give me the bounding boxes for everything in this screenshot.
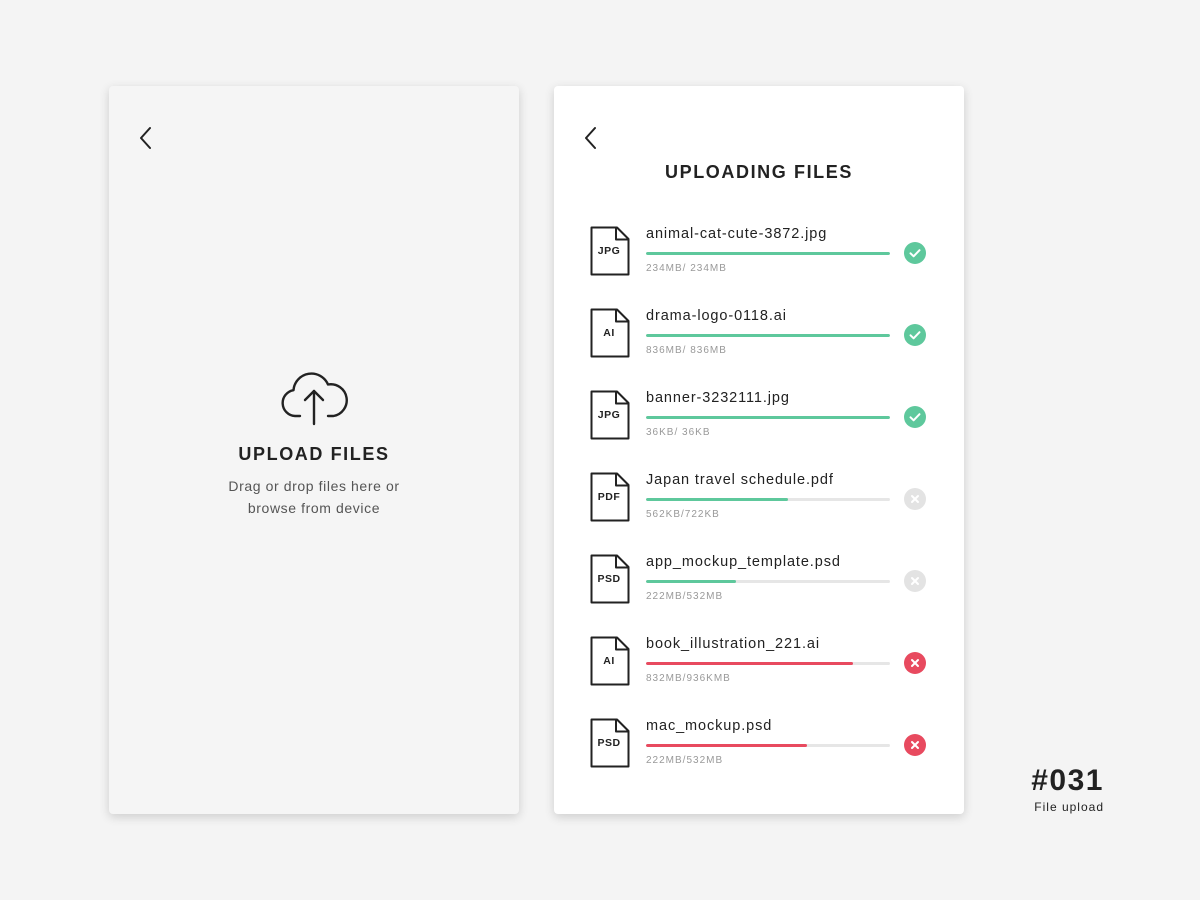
upload-progress-bar — [646, 498, 890, 501]
shot-badge: #031 File upload — [1031, 764, 1104, 814]
back-chevron-left-icon[interactable] — [580, 124, 604, 152]
error-close-icon[interactable] — [904, 734, 926, 756]
badge-number: #031 — [1031, 764, 1104, 797]
upload-screen: UPLOAD FILES Drag or drop files here or … — [109, 86, 519, 814]
file-list-item[interactable]: JPG banner-3232111.jpg 36KB/ 36KB — [590, 390, 930, 472]
file-type-label: PSD — [597, 573, 621, 585]
check-circle-icon — [904, 242, 926, 264]
check-circle-icon — [904, 406, 926, 428]
upload-progress-fill — [646, 580, 737, 583]
file-type-label: AI — [603, 655, 615, 667]
file-name: Japan travel schedule.pdf — [646, 472, 834, 488]
file-document-icon: PDF — [590, 472, 630, 522]
file-document-icon: PSD — [590, 718, 630, 768]
file-list-item[interactable]: JPG animal-cat-cute-3872.jpg 234MB/ 234MB — [590, 226, 930, 308]
check-circle-icon — [904, 324, 926, 346]
file-document-icon: PSD — [590, 554, 630, 604]
file-document-icon: AI — [590, 308, 630, 358]
upload-progress-fill — [646, 252, 890, 255]
file-list: JPG animal-cat-cute-3872.jpg 234MB/ 234MB A… — [590, 226, 930, 800]
file-name: app_mockup_template.psd — [646, 554, 841, 570]
upload-progress-bar — [646, 744, 890, 747]
upload-drop-zone[interactable]: UPLOAD FILES Drag or drop files here or … — [109, 366, 519, 519]
file-size-progress: 832MB/936KMB — [646, 673, 731, 684]
upload-title: UPLOAD FILES — [238, 444, 390, 464]
file-size-progress: 36KB/ 36KB — [646, 427, 711, 438]
file-list-item[interactable]: PSD mac_mockup.psd 222MB/532MB — [590, 718, 930, 800]
uploading-screen: UPLOADING FILES JPG animal-cat-cute-3872.… — [554, 86, 964, 814]
upload-progress-fill — [646, 498, 788, 501]
badge-label: File upload — [1034, 800, 1104, 814]
cancel-close-icon[interactable] — [904, 488, 926, 510]
file-list-item[interactable]: PSD app_mockup_template.psd 222MB/532MB — [590, 554, 930, 636]
file-document-icon: JPG — [590, 226, 630, 276]
file-type-label: JPG — [597, 245, 621, 257]
upload-progress-fill — [646, 334, 890, 337]
file-type-label: AI — [603, 327, 615, 339]
upload-progress-bar — [646, 416, 890, 419]
upload-progress-bar — [646, 662, 890, 665]
file-type-label: PDF — [597, 491, 621, 503]
file-name: mac_mockup.psd — [646, 718, 773, 734]
back-chevron-left-icon[interactable] — [135, 124, 159, 152]
file-list-item[interactable]: PDF Japan travel schedule.pdf 562KB/722KB — [590, 472, 930, 554]
file-name: banner-3232111.jpg — [646, 390, 790, 406]
file-document-icon: AI — [590, 636, 630, 686]
file-size-progress: 234MB/ 234MB — [646, 263, 727, 274]
upload-progress-bar — [646, 580, 890, 583]
file-size-progress: 562KB/722KB — [646, 509, 720, 520]
error-close-icon[interactable] — [904, 652, 926, 674]
upload-instructions: Drag or drop files here or browse from d… — [228, 478, 400, 516]
file-name: drama-logo-0118.ai — [646, 308, 787, 324]
file-size-progress: 836MB/ 836MB — [646, 345, 727, 356]
file-name: animal-cat-cute-3872.jpg — [646, 226, 828, 242]
file-document-icon: JPG — [590, 390, 630, 440]
file-name: book_illustration_221.ai — [646, 636, 820, 652]
upload-progress-fill — [646, 416, 890, 419]
file-size-progress: 222MB/532MB — [646, 755, 724, 766]
cancel-close-icon[interactable] — [904, 570, 926, 592]
upload-progress-bar — [646, 252, 890, 255]
file-list-item[interactable]: AI book_illustration_221.ai 832MB/936KMB — [590, 636, 930, 718]
upload-progress-fill — [646, 662, 854, 665]
file-type-label: PSD — [597, 737, 621, 749]
upload-progress-fill — [646, 744, 808, 747]
file-type-label: JPG — [597, 409, 621, 421]
file-list-item[interactable]: AI drama-logo-0118.ai 836MB/ 836MB — [590, 308, 930, 390]
upload-progress-bar — [646, 334, 890, 337]
cloud-upload-icon — [281, 372, 348, 426]
file-size-progress: 222MB/532MB — [646, 591, 724, 602]
uploading-title: UPLOADING FILES — [664, 162, 853, 182]
